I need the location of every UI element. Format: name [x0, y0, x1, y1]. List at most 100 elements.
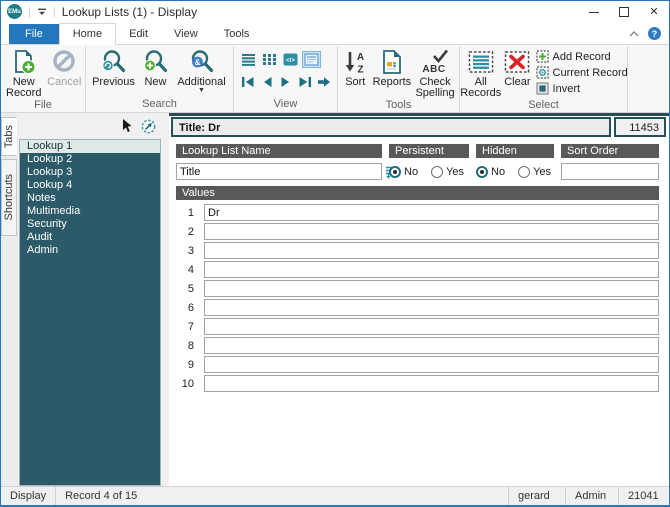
invert-selection-icon — [535, 82, 549, 95]
value-input-10[interactable] — [204, 375, 659, 392]
maximize-button[interactable] — [609, 1, 639, 22]
previous-search-button[interactable]: Previous — [90, 47, 138, 88]
value-input-8[interactable] — [204, 337, 659, 354]
main-area: Tabs Shortcuts Lookup 1 Lookup 2 Lookup … — [1, 113, 669, 486]
window-controls: ✕ — [579, 1, 669, 22]
hidden-no-label: No — [491, 165, 506, 178]
sidebar-item-audit[interactable]: Audit — [20, 231, 160, 244]
value-input-3[interactable] — [204, 242, 659, 259]
pointer-cursor-icon[interactable] — [122, 119, 133, 133]
close-icon: ✕ — [649, 6, 659, 18]
new-record-button[interactable]: New Record — [3, 47, 44, 99]
new-search-icon — [143, 50, 167, 73]
minimize-button[interactable] — [579, 1, 609, 22]
tab-tools[interactable]: Tools — [211, 24, 263, 44]
clear-selection-button[interactable]: Clear — [503, 47, 531, 88]
new-search-button[interactable]: New — [139, 47, 173, 88]
value-input-7[interactable] — [204, 318, 659, 335]
grid-view-button[interactable] — [260, 51, 279, 68]
value-input-9[interactable] — [204, 356, 659, 373]
sort-button[interactable]: A Z Sort — [340, 47, 371, 88]
sidebar-item-multimedia[interactable]: Multimedia — [20, 205, 160, 218]
lookup-list-name-input[interactable] — [176, 163, 382, 180]
reports-label: Reports — [372, 76, 412, 88]
sidebar-item-lookup-1[interactable]: Lookup 1 — [20, 140, 160, 153]
sidebar-item-notes[interactable]: Notes — [20, 192, 160, 205]
value-input-5[interactable] — [204, 280, 659, 297]
select-add-record-button[interactable]: Add Record — [535, 49, 628, 64]
tab-edit[interactable]: Edit — [116, 24, 161, 44]
first-record-button[interactable] — [239, 74, 256, 89]
close-button[interactable]: ✕ — [639, 1, 669, 22]
list-view-icon — [242, 54, 255, 66]
last-record-button[interactable] — [296, 74, 313, 89]
sidebar-item-lookup-3[interactable]: Lookup 3 — [20, 166, 160, 179]
collapse-ribbon-icon[interactable] — [629, 30, 639, 37]
value-input-2[interactable] — [204, 223, 659, 240]
quick-access-dropdown-icon[interactable] — [37, 8, 47, 16]
help-icon[interactable]: ? — [648, 27, 661, 40]
additional-search-button[interactable]: & Additional ▼ — [174, 47, 230, 94]
tab-home[interactable]: Home — [58, 23, 117, 45]
persistent-no-radio[interactable] — [389, 165, 401, 178]
select-all-records-button[interactable]: All Records — [459, 47, 502, 99]
tab-file[interactable]: File — [9, 24, 59, 44]
goto-record-button[interactable] — [315, 74, 332, 89]
app-logo-icon[interactable]: EMu — [7, 4, 22, 19]
cancel-button: Cancel — [45, 47, 83, 88]
record-form: Lookup List Name Title Persistent No Yes… — [169, 139, 669, 486]
ribbon: New Record Cancel File Previous New & Ad… — [1, 45, 669, 113]
sidebar-tab-list: Lookup 1 Lookup 2 Lookup 3 Lookup 4 Note… — [19, 139, 161, 486]
sidebar-item-lookup-4[interactable]: Lookup 4 — [20, 179, 160, 192]
persistent-no-label: No — [404, 165, 419, 178]
hidden-radio-group: No Yes — [476, 158, 554, 182]
hidden-no-option[interactable]: No — [476, 165, 506, 178]
value-input-4[interactable] — [204, 261, 659, 278]
sidebar-item-security[interactable]: Security — [20, 218, 160, 231]
group-label-search: Search — [142, 98, 177, 110]
sort-icon: A Z — [346, 52, 364, 75]
ribbon-group-view: </> View — [233, 46, 337, 112]
vertical-tab-shortcuts[interactable]: Shortcuts — [1, 159, 17, 236]
select-current-record-button[interactable]: Current Record — [535, 65, 628, 80]
value-row-number: 1 — [187, 206, 194, 219]
persistent-yes-option[interactable]: Yes — [431, 165, 464, 178]
tab-view[interactable]: View — [161, 24, 211, 44]
check-spelling-button[interactable]: ABC Check Spelling — [413, 47, 457, 99]
vertical-tab-tabs[interactable]: Tabs — [1, 117, 17, 157]
hidden-no-radio[interactable] — [476, 165, 488, 178]
first-record-icon — [241, 76, 253, 87]
form-view-button[interactable] — [302, 51, 321, 68]
reports-button[interactable]: Reports — [372, 47, 413, 88]
select-region-icon[interactable] — [141, 119, 156, 134]
hidden-yes-radio[interactable] — [518, 165, 531, 178]
previous-search-icon — [101, 50, 125, 73]
sidebar-item-admin[interactable]: Admin — [20, 244, 160, 257]
value-row-number: 6 — [187, 301, 194, 314]
code-view-icon: </> — [283, 53, 298, 66]
grid-view-icon — [263, 54, 276, 65]
sort-order-input[interactable] — [561, 163, 659, 180]
persistent-no-option[interactable]: No — [389, 165, 419, 178]
persistent-yes-radio[interactable] — [431, 165, 444, 178]
form-view-icon — [304, 53, 319, 66]
code-view-button[interactable]: </> — [281, 51, 300, 68]
select-invert-button[interactable]: Invert — [535, 81, 628, 96]
sidebar-item-lookup-2[interactable]: Lookup 2 — [20, 153, 160, 166]
svg-text:</>: </> — [286, 58, 295, 64]
check-spelling-label: Check Spelling — [415, 76, 455, 99]
value-row-number: 8 — [187, 339, 194, 352]
hidden-yes-option[interactable]: Yes — [518, 165, 552, 178]
hidden-yes-label: Yes — [533, 165, 552, 178]
value-input-1[interactable] — [204, 204, 659, 221]
vertical-tab-shortcuts-label: Shortcuts — [3, 174, 15, 221]
new-record-label: New Record — [6, 76, 42, 99]
value-row-number: 2 — [187, 225, 194, 238]
status-record-position: Record 4 of 15 — [65, 490, 138, 502]
previous-record-button[interactable] — [258, 74, 275, 89]
svg-text:A: A — [357, 52, 364, 63]
value-input-6[interactable] — [204, 299, 659, 316]
next-record-button[interactable] — [277, 74, 294, 89]
ribbon-filler — [627, 46, 669, 112]
list-view-button[interactable] — [239, 51, 258, 68]
